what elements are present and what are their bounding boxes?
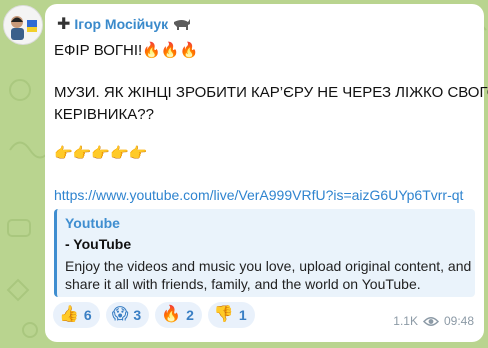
eye-icon (422, 316, 439, 326)
sender-name[interactable]: ✚ Ігор Мосійчук (57, 14, 192, 34)
reactions-bar: 👍 6 😱 3 🔥 2 👎 1 (53, 302, 255, 328)
preview-title: - YouTube (65, 236, 132, 252)
message-meta: 1.1K 09:48 (393, 314, 474, 328)
bull-icon (174, 19, 191, 30)
post-line-title: МУЗИ. ЯК ЖІНЦІ ЗРОБИТИ КАР’ЄРУ НЕ ЧЕРЕЗ … (54, 84, 488, 101)
thumbs-down-icon: 👎 (213, 306, 234, 323)
reaction-fire[interactable]: 🔥 2 (155, 302, 202, 328)
message-time: 09:48 (443, 314, 474, 328)
fire-icon: 🔥 (161, 306, 182, 323)
post-line-title-cont: КЕРІВНИКА?? (54, 106, 154, 123)
youtube-link[interactable]: https://www.youtube.com/live/VerA999VRfU… (54, 187, 463, 203)
preview-description: Enjoy the videos and music you love, upl… (65, 258, 472, 292)
reaction-count: 3 (133, 307, 142, 323)
avatar[interactable] (3, 5, 43, 45)
message-bubble: ✚ Ігор Мосійчук ЕФІР ВОГНІ!🔥🔥🔥 МУЗИ. ЯК … (45, 4, 488, 342)
reaction-thumbs-down[interactable]: 👎 1 (207, 302, 255, 328)
pointing-emojis: 👉👉👉👉👉 (54, 145, 148, 162)
reaction-count: 2 (186, 307, 194, 323)
view-count: 1.1K (393, 314, 418, 328)
reaction-thumbs-up[interactable]: 👍 6 (53, 302, 100, 328)
sender-name-text: Ігор Мосійчук (74, 16, 169, 32)
reaction-count: 6 (83, 307, 92, 323)
reaction-scream[interactable]: 😱 3 (105, 302, 150, 328)
post-line-headline: ЕФІР ВОГНІ!🔥🔥🔥 (54, 42, 199, 59)
thumbs-up-icon: 👍 (59, 306, 79, 323)
preview-site-name: Youtube (65, 215, 120, 231)
link-preview[interactable]: Youtube - YouTube Enjoy the videos and m… (54, 209, 475, 297)
plus-icon: ✚ (57, 16, 71, 33)
scream-icon: 😱 (111, 306, 129, 323)
reaction-count: 1 (238, 307, 247, 323)
